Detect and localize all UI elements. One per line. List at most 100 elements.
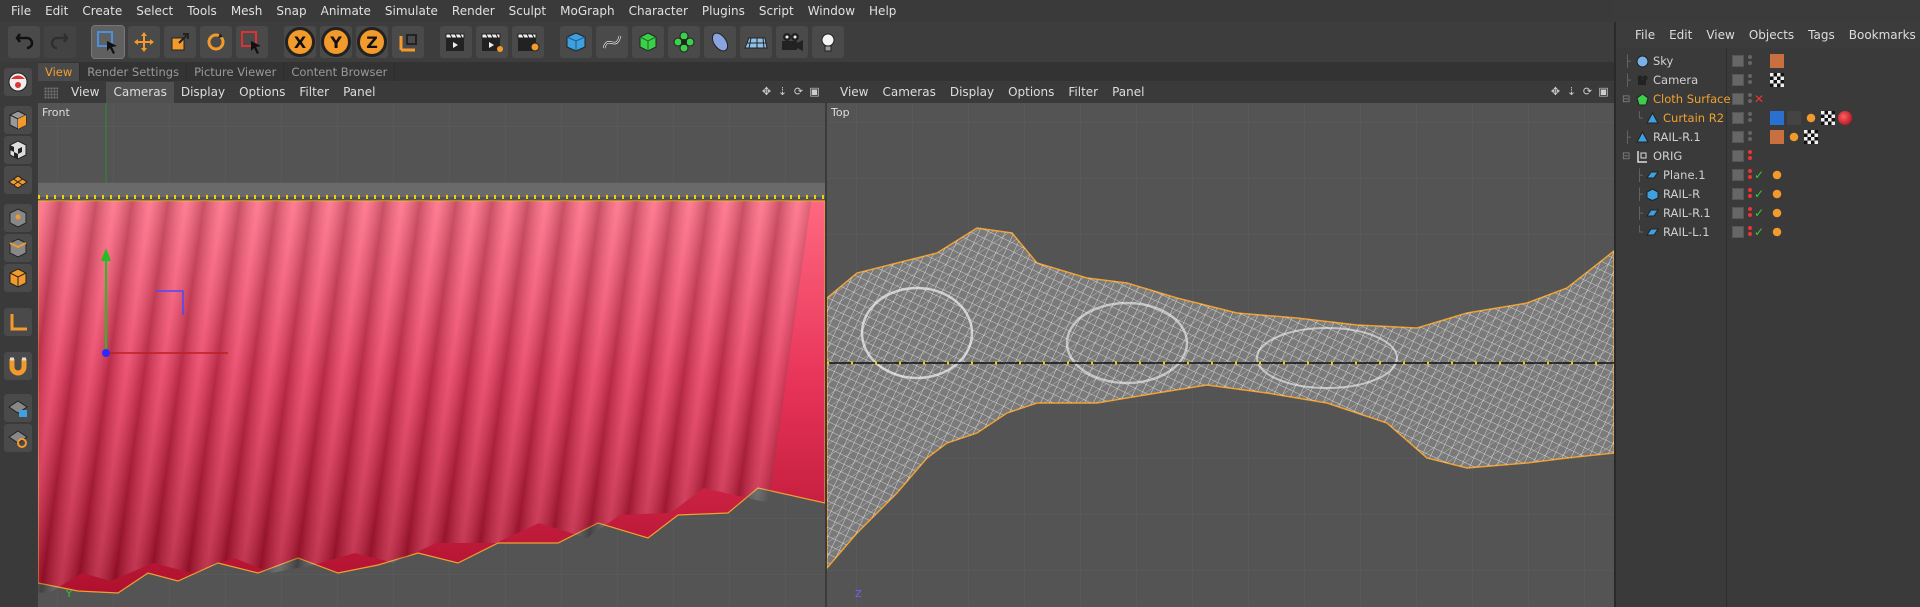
menu-snap[interactable]: Snap bbox=[269, 0, 313, 22]
object-name[interactable]: RAIL-L.1 bbox=[1663, 223, 1710, 242]
object-row[interactable]: ├ Sky bbox=[1616, 52, 1920, 71]
om-menu-bookmarks[interactable]: Bookmarks bbox=[1842, 28, 1920, 42]
edges-mode-button[interactable] bbox=[4, 234, 32, 262]
object-name[interactable]: Plane.1 bbox=[1663, 166, 1706, 185]
dolly-icon[interactable]: ⇣ bbox=[776, 85, 789, 98]
viewport-menu-cameras[interactable]: Cameras bbox=[875, 82, 942, 103]
tab-view[interactable]: View bbox=[38, 63, 81, 81]
protection-tag-icon[interactable] bbox=[1770, 73, 1784, 87]
visibility-toggle[interactable] bbox=[1732, 112, 1744, 124]
maximize-icon[interactable]: ▣ bbox=[1597, 85, 1610, 98]
object-name[interactable]: Sky bbox=[1653, 52, 1673, 71]
add-generator-button[interactable] bbox=[632, 26, 664, 58]
visibility-toggle[interactable] bbox=[1732, 207, 1744, 219]
top-viewport[interactable]: Top Z bbox=[827, 103, 1614, 607]
render-dots[interactable] bbox=[1748, 226, 1753, 239]
menu-animate[interactable]: Animate bbox=[314, 0, 378, 22]
visibility-toggle[interactable] bbox=[1732, 150, 1744, 162]
tab-render-settings[interactable]: Render Settings bbox=[80, 63, 188, 81]
om-menu-tags[interactable]: Tags bbox=[1801, 28, 1842, 42]
tab-content-browser[interactable]: Content Browser bbox=[284, 63, 396, 81]
x-axis-lock-button[interactable]: X bbox=[284, 26, 316, 58]
menu-file[interactable]: File bbox=[4, 0, 38, 22]
locked-workplane-button[interactable] bbox=[4, 394, 32, 422]
uvw-tag-icon[interactable] bbox=[1804, 130, 1818, 144]
selection-tag-icon[interactable] bbox=[1770, 168, 1784, 182]
visibility-toggle[interactable] bbox=[1732, 169, 1744, 181]
enabled-check-icon[interactable]: ✓ bbox=[1754, 204, 1764, 223]
selection-tag-icon[interactable] bbox=[1770, 225, 1784, 239]
selection-tag-icon[interactable] bbox=[1770, 187, 1784, 201]
menu-character[interactable]: Character bbox=[622, 0, 695, 22]
menu-help[interactable]: Help bbox=[862, 0, 903, 22]
render-dots[interactable] bbox=[1748, 93, 1753, 106]
texture-mode-button[interactable] bbox=[4, 136, 32, 164]
fix-points-tag-icon[interactable] bbox=[1770, 130, 1784, 144]
visibility-toggle[interactable] bbox=[1732, 93, 1744, 105]
object-row[interactable]: ⊟ Cloth Surface ✕ bbox=[1616, 90, 1920, 109]
visibility-toggle[interactable] bbox=[1732, 131, 1744, 143]
render-dots[interactable] bbox=[1748, 207, 1753, 220]
viewport-menu-view[interactable]: View bbox=[64, 82, 106, 103]
render-dots[interactable] bbox=[1748, 169, 1753, 182]
points-mode-button[interactable] bbox=[4, 204, 32, 232]
menu-mograph[interactable]: MoGraph bbox=[553, 0, 622, 22]
object-name[interactable]: ORIG bbox=[1653, 147, 1682, 166]
object-row[interactable]: └ Curtain R2 bbox=[1616, 109, 1920, 128]
menu-create[interactable]: Create bbox=[75, 0, 129, 22]
render-to-picture-viewer-button[interactable] bbox=[476, 26, 508, 58]
object-row[interactable]: ├ Plane.1 ✓ bbox=[1616, 166, 1920, 185]
object-row[interactable]: └ RAIL-L.1 ✓ bbox=[1616, 223, 1920, 242]
undo-button[interactable] bbox=[8, 26, 40, 58]
render-dots[interactable] bbox=[1748, 74, 1753, 87]
om-menu-edit[interactable]: Edit bbox=[1662, 28, 1699, 42]
object-row[interactable]: ├ RAIL-R.1 ✓ bbox=[1616, 204, 1920, 223]
menu-sculpt[interactable]: Sculpt bbox=[502, 0, 553, 22]
menu-plugins[interactable]: Plugins bbox=[695, 0, 752, 22]
selection-tag-icon[interactable] bbox=[1804, 111, 1818, 125]
z-axis-lock-button[interactable]: Z bbox=[356, 26, 388, 58]
viewport-menu-filter[interactable]: Filter bbox=[292, 82, 336, 103]
render-dots[interactable] bbox=[1748, 112, 1753, 125]
menu-select[interactable]: Select bbox=[129, 0, 180, 22]
menu-script[interactable]: Script bbox=[752, 0, 801, 22]
viewport-menu-view[interactable]: View bbox=[833, 82, 875, 103]
menu-render[interactable]: Render bbox=[445, 0, 502, 22]
tab-picture-viewer[interactable]: Picture Viewer bbox=[187, 63, 285, 81]
selection-tag-icon[interactable] bbox=[1770, 206, 1784, 220]
axis-mode-button[interactable] bbox=[4, 308, 32, 336]
visibility-toggle[interactable] bbox=[1732, 55, 1744, 67]
move-tool-button[interactable] bbox=[128, 26, 160, 58]
viewport-menu-panel[interactable]: Panel bbox=[336, 82, 382, 103]
add-light-button[interactable] bbox=[812, 26, 844, 58]
visibility-toggle[interactable] bbox=[1732, 74, 1744, 86]
add-deformer-button[interactable] bbox=[704, 26, 736, 58]
cloth-tag-icon[interactable] bbox=[1787, 111, 1801, 125]
menu-tools[interactable]: Tools bbox=[180, 0, 224, 22]
menu-mesh[interactable]: Mesh bbox=[224, 0, 270, 22]
om-menu-file[interactable]: File bbox=[1628, 28, 1662, 42]
object-row[interactable]: ├ RAIL-R ✓ bbox=[1616, 185, 1920, 204]
viewport-menu-panel[interactable]: Panel bbox=[1105, 82, 1151, 103]
viewport-menu-cameras[interactable]: Cameras bbox=[106, 82, 174, 103]
phong-tag-icon[interactable] bbox=[1770, 111, 1784, 125]
enabled-check-icon[interactable]: ✓ bbox=[1754, 166, 1764, 185]
texture-tag-icon[interactable] bbox=[1770, 54, 1784, 68]
add-environment-button[interactable] bbox=[740, 26, 772, 58]
workplane-mode-button[interactable] bbox=[4, 166, 32, 194]
front-viewport[interactable]: Front Y bbox=[38, 103, 825, 607]
scale-tool-button[interactable] bbox=[164, 26, 196, 58]
orbit-icon[interactable]: ⟳ bbox=[792, 85, 805, 98]
visibility-toggle[interactable] bbox=[1732, 188, 1744, 200]
selection-tag-icon[interactable] bbox=[1787, 130, 1801, 144]
object-name[interactable]: RAIL-R bbox=[1663, 185, 1700, 204]
add-array-button[interactable] bbox=[668, 26, 700, 58]
coordinate-system-button[interactable] bbox=[392, 26, 424, 58]
menu-window[interactable]: Window bbox=[801, 0, 862, 22]
om-menu-objects[interactable]: Objects bbox=[1742, 28, 1801, 42]
om-menu-view[interactable]: View bbox=[1699, 28, 1741, 42]
pan-icon[interactable]: ✥ bbox=[1549, 85, 1562, 98]
polygons-mode-button[interactable] bbox=[4, 264, 32, 292]
uvw-tag-icon[interactable] bbox=[1821, 111, 1835, 125]
object-row[interactable]: ├ RAIL-R.1 bbox=[1616, 128, 1920, 147]
